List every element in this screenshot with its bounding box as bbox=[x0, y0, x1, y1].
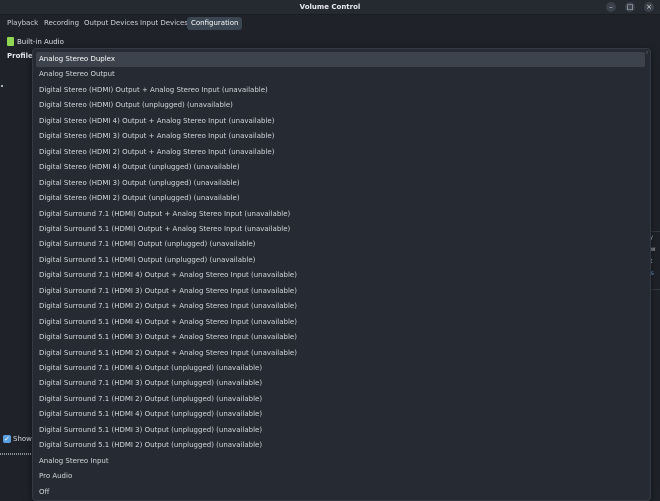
minimize-icon[interactable]: – bbox=[606, 2, 616, 12]
profile-option[interactable]: Digital Stereo (HDMI) Output + Analog St… bbox=[36, 83, 645, 98]
profile-option[interactable]: Analog Stereo Output bbox=[36, 67, 645, 82]
dropdown-scrollbar[interactable] bbox=[646, 51, 648, 54]
tab-configuration[interactable]: Configuration bbox=[187, 17, 243, 30]
profile-option[interactable]: Digital Surround 5.1 (HDMI) Output + Ana… bbox=[36, 222, 645, 237]
close-icon[interactable]: × bbox=[644, 2, 654, 12]
show-checkbox[interactable]: ✓ bbox=[3, 435, 11, 443]
profile-option[interactable]: Digital Surround 7.1 (HDMI 4) Output (un… bbox=[36, 361, 645, 376]
profile-option[interactable]: Digital Stereo (HDMI 4) Output + Analog … bbox=[36, 114, 645, 129]
profile-option[interactable]: Digital Surround 5.1 (HDMI 4) Output (un… bbox=[36, 407, 645, 422]
profile-option[interactable]: Digital Surround 5.1 (HDMI) Output (unpl… bbox=[36, 253, 645, 268]
profile-option[interactable]: Analog Stereo Duplex bbox=[36, 52, 645, 67]
window-title: Volume Control bbox=[299, 3, 361, 11]
profile-option[interactable]: Digital Stereo (HDMI) Output (unplugged)… bbox=[36, 98, 645, 113]
profile-option[interactable]: Digital Surround 7.1 (HDMI 4) Output + A… bbox=[36, 268, 645, 283]
profile-option[interactable]: Digital Surround 7.1 (HDMI) Output + Ana… bbox=[36, 207, 645, 222]
card-name: Built-in Audio bbox=[17, 38, 64, 46]
profile-option[interactable]: Digital Surround 7.1 (HDMI 2) Output (un… bbox=[36, 392, 645, 407]
maximize-icon[interactable]: □ bbox=[625, 2, 635, 12]
profile-option[interactable]: Digital Surround 5.1 (HDMI 2) Output + A… bbox=[36, 346, 645, 361]
left-marker bbox=[1, 85, 3, 87]
profile-dropdown[interactable]: Analog Stereo Duplex Analog Stereo Output… bbox=[32, 48, 651, 501]
profile-option[interactable]: Digital Stereo (HDMI 4) Output (unplugge… bbox=[36, 160, 645, 175]
profile-option[interactable]: Digital Surround 5.1 (HDMI 3) Output + A… bbox=[36, 330, 645, 345]
tab-bar: Playback Recording Output Devices Input … bbox=[0, 15, 660, 32]
show-label: Show bbox=[13, 435, 32, 443]
profile-option[interactable]: Digital Surround 7.1 (HDMI 3) Output (un… bbox=[36, 376, 645, 391]
profile-option[interactable]: Digital Stereo (HDMI 2) Output + Analog … bbox=[36, 145, 645, 160]
profile-option[interactable]: Digital Surround 7.1 (HDMI) Output (unpl… bbox=[36, 237, 645, 252]
tab-output-devices[interactable]: Output Devices bbox=[80, 17, 142, 30]
profile-option[interactable]: Digital Stereo (HDMI 3) Output (unplugge… bbox=[36, 176, 645, 191]
tab-input-devices[interactable]: Input Devices bbox=[136, 17, 192, 30]
profile-option[interactable]: Digital Stereo (HDMI 3) Output + Analog … bbox=[36, 129, 645, 144]
tab-playback[interactable]: Playback bbox=[3, 17, 42, 30]
profile-option[interactable]: Digital Surround 5.1 (HDMI 2) Output (un… bbox=[36, 438, 645, 453]
profile-option[interactable]: Digital Surround 7.1 (HDMI 2) Output + A… bbox=[36, 299, 645, 314]
horizontal-scrollbar[interactable] bbox=[0, 453, 34, 455]
profile-option[interactable]: Digital Surround 5.1 (HDMI 3) Output (un… bbox=[36, 423, 645, 438]
tab-recording[interactable]: Recording bbox=[40, 17, 83, 30]
profile-option[interactable]: Digital Stereo (HDMI 2) Output (unplugge… bbox=[36, 191, 645, 206]
audio-card-icon bbox=[7, 37, 14, 46]
title-bar: Volume Control – □ × bbox=[0, 0, 660, 15]
profile-option[interactable]: Digital Surround 7.1 (HDMI 3) Output + A… bbox=[36, 284, 645, 299]
profile-option[interactable]: Analog Stereo Input bbox=[36, 454, 645, 469]
profile-option[interactable]: Pro Audio bbox=[36, 469, 645, 484]
profile-option[interactable]: Off bbox=[36, 485, 645, 500]
profile-option[interactable]: Digital Surround 5.1 (HDMI 4) Output + A… bbox=[36, 315, 645, 330]
card-row: Built-in Audio bbox=[0, 35, 660, 49]
